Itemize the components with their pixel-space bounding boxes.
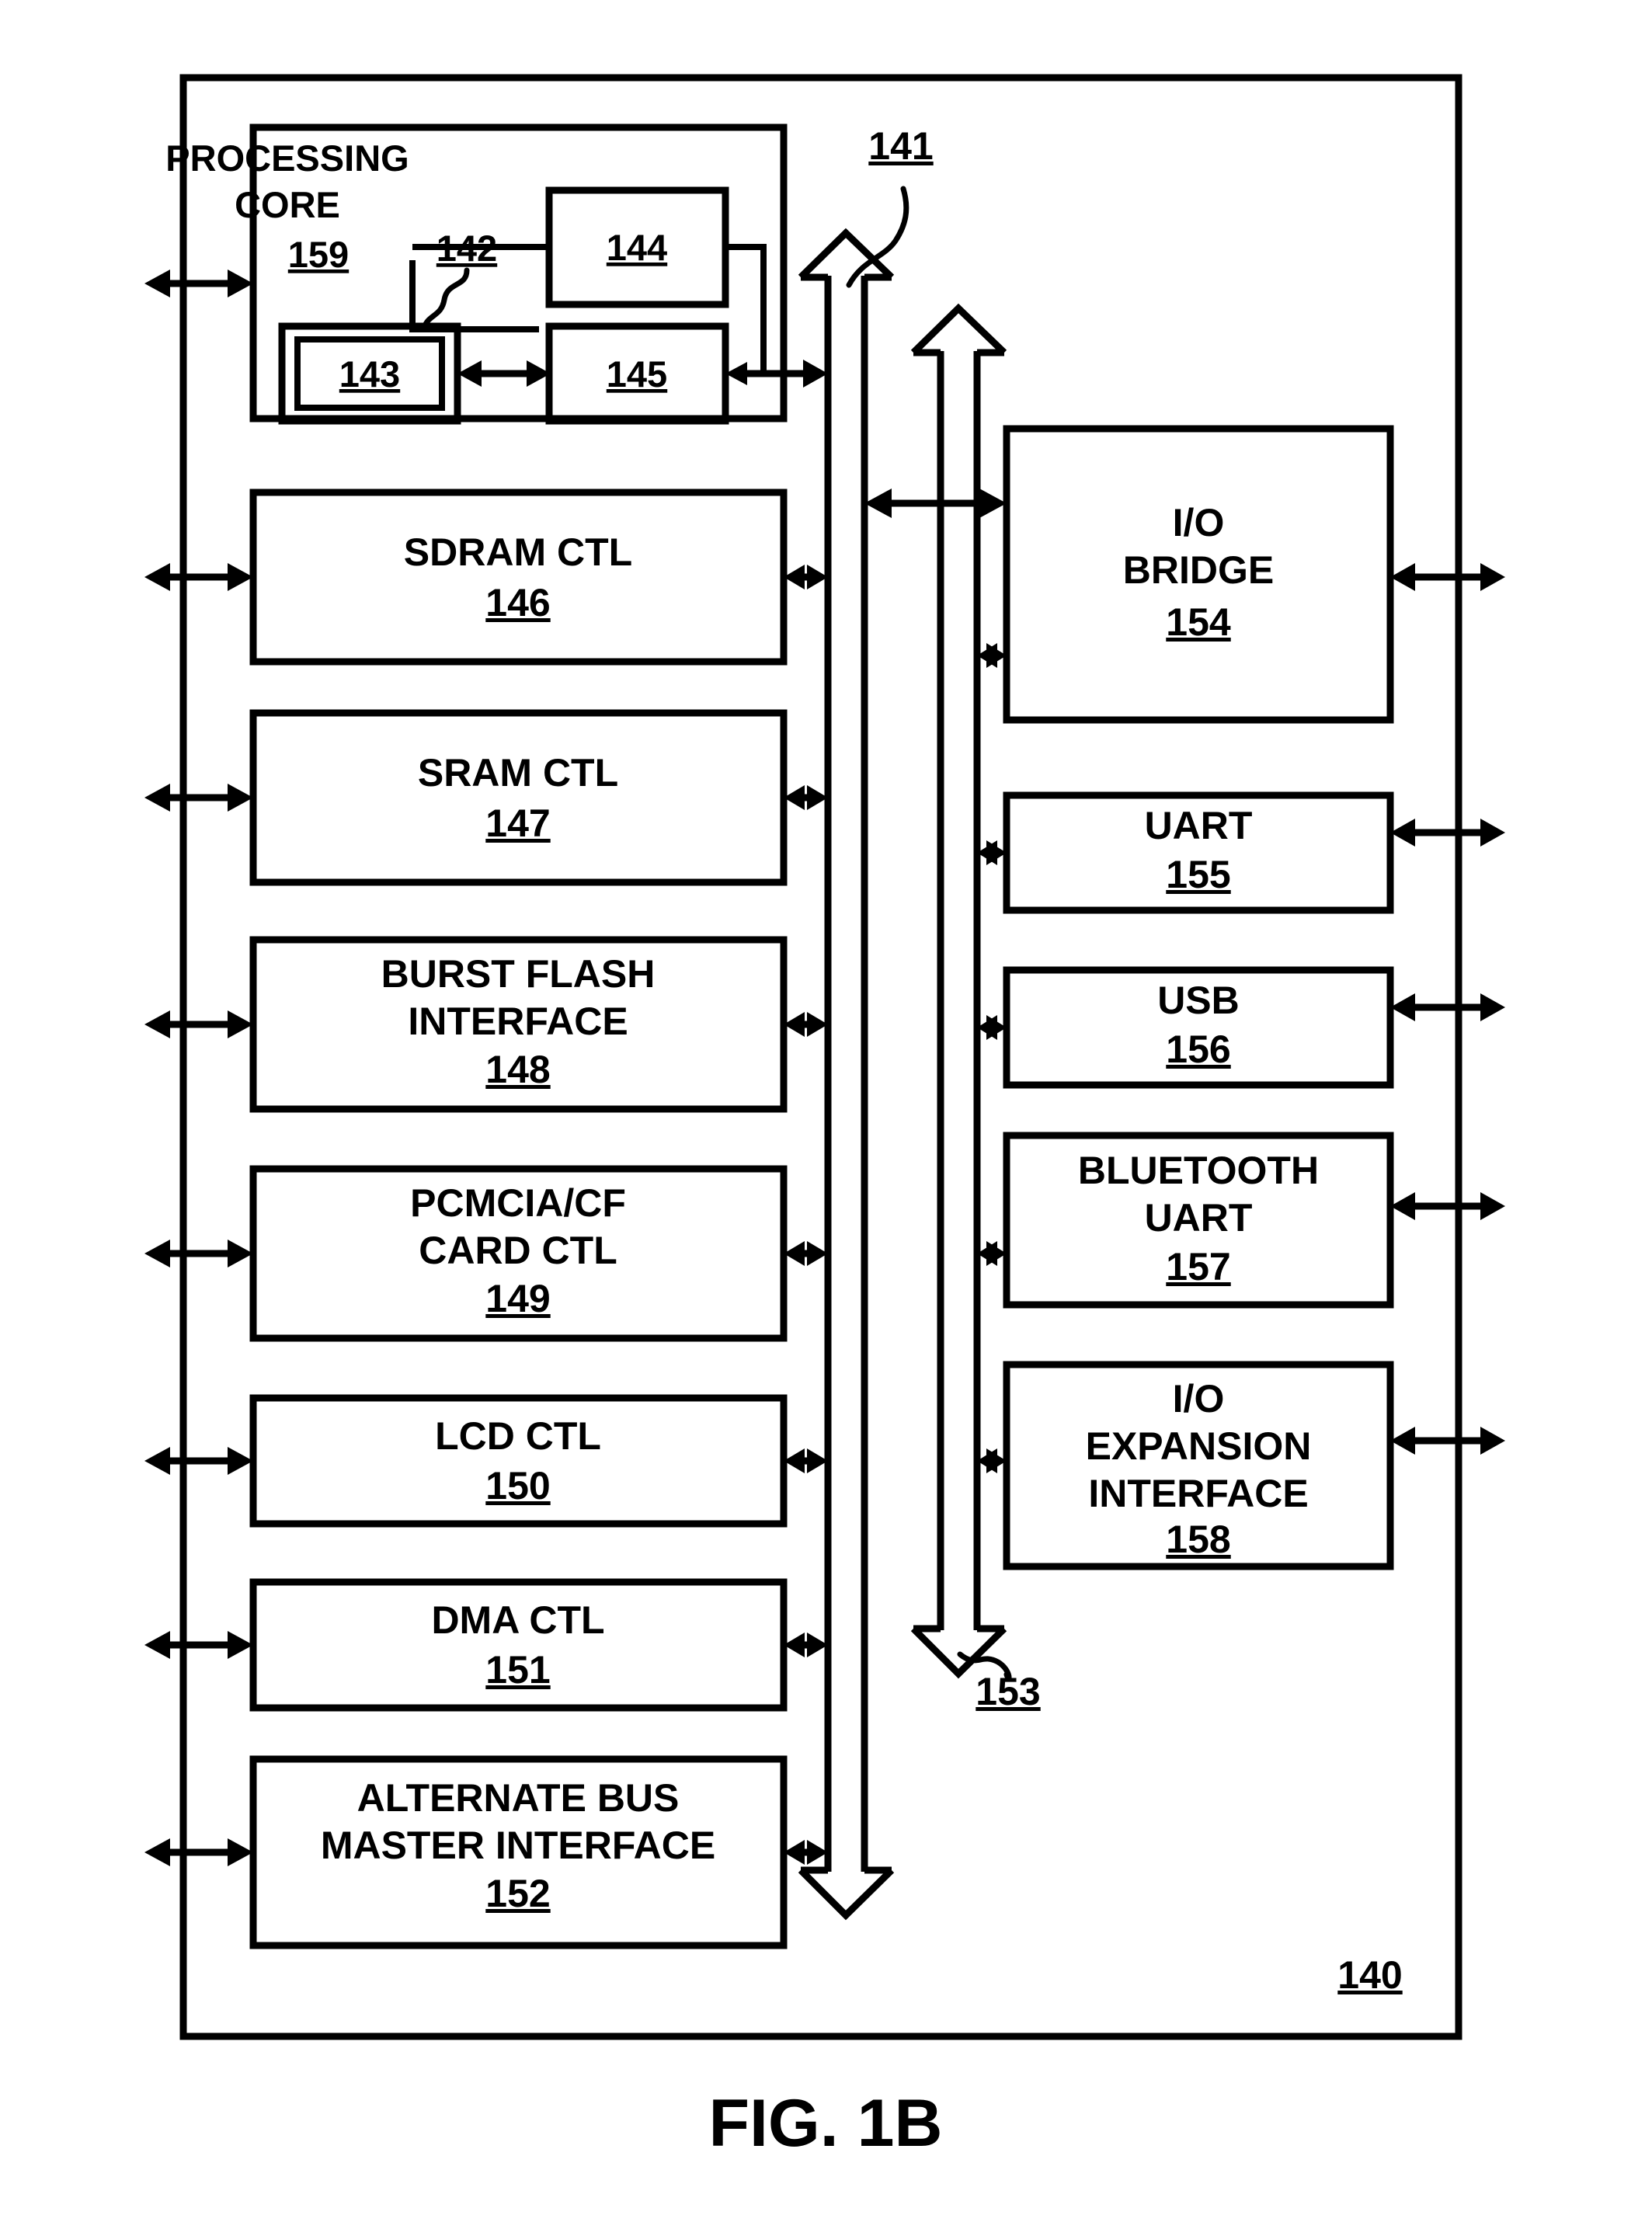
block-ref: 158 [1166,1518,1230,1561]
block-label-line2: CARD CTL [419,1229,617,1272]
block-ref: 154 [1166,600,1231,644]
processing-core-ref-159: 159 [288,234,349,275]
block-label-line1: SRAM CTL [418,751,618,795]
block-label-line1: I/O [1173,1377,1225,1420]
patent-figure-1b: PROCESSING CORE 159 142 143 144 145 141 … [0,0,1652,2222]
block-label-line1: LCD CTL [435,1414,601,1458]
block-ref: 150 [485,1464,550,1507]
block-label-line1: ALTERNATE BUS [357,1776,680,1820]
block-label-line1: DMA CTL [431,1598,604,1642]
block-label-line2: BRIDGE [1123,548,1274,592]
block-ref: 157 [1166,1245,1230,1288]
block-label-line1: BLUETOOTH [1078,1149,1319,1192]
block-label-line1: PCMCIA/CF [410,1181,626,1225]
block-label-line2: EXPANSION [1086,1424,1312,1468]
processing-core-title-line2: CORE [235,184,340,225]
block-label-line1: USB [1157,979,1240,1022]
block-label-line3: INTERFACE [1088,1472,1308,1515]
block-label-line1: SDRAM CTL [404,530,632,574]
block-label-line2: MASTER INTERFACE [321,1824,715,1867]
block-ref: 149 [485,1277,550,1320]
block-ref: 152 [485,1872,550,1915]
core-block-145-ref: 145 [607,353,667,395]
block-label-line2: UART [1145,1196,1253,1240]
core-block-144-ref: 144 [607,227,667,268]
block-ref: 155 [1166,853,1230,896]
processing-core-title-line1: PROCESSING [165,137,409,179]
chip-ref-140: 140 [1337,1953,1402,1997]
main-bus-ref-141: 141 [868,124,933,168]
block-ref: 148 [485,1048,550,1091]
block-label-line1: I/O [1173,501,1225,544]
block-label-line1: UART [1145,804,1253,847]
block-ref: 156 [1166,1028,1230,1071]
block-ref: 147 [485,802,550,845]
core-block-143-ref: 143 [339,353,400,395]
block-ref: 151 [485,1648,550,1692]
block-label-line2: INTERFACE [408,1000,628,1043]
block-ref: 146 [485,581,550,624]
figure-canvas: PROCESSING CORE 159 142 143 144 145 141 … [0,0,1652,2222]
figure-caption: FIG. 1B [708,2086,942,2161]
block-label-line1: BURST FLASH [381,952,656,996]
